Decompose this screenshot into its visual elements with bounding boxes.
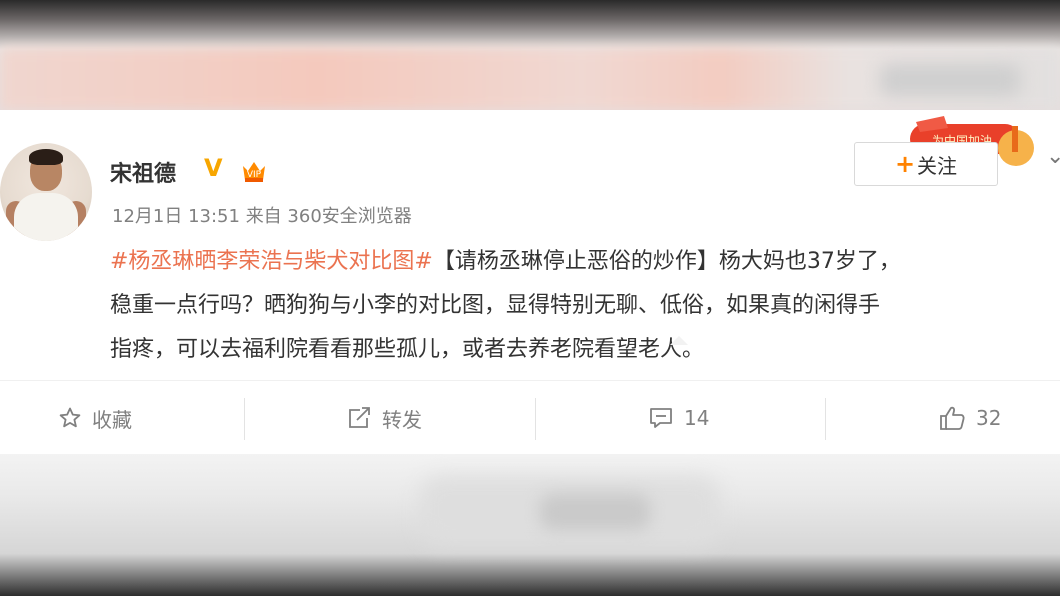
separator — [535, 398, 536, 440]
follow-label: 关注 — [917, 153, 958, 178]
verified-v-icon: V — [204, 154, 223, 182]
weibo-post-card: 宋祖德 V VIP 12月1日 13:51 来自 360安全浏览器 为中国加油 … — [0, 110, 1060, 454]
content-line-1: #杨丞琳晒李荣浩与柴犬对比图#【请杨丞琳停止恶俗的炒作】杨大妈也37岁了， — [110, 240, 1060, 284]
action-bar: 收藏 转发 14 32 — [0, 392, 1060, 444]
background-blur-bottom — [0, 454, 1060, 596]
crown-icon: VIP — [243, 162, 265, 182]
background-blur-top — [0, 0, 1060, 110]
separator — [244, 398, 245, 440]
favorite-label: 收藏 — [92, 407, 132, 432]
divider — [0, 380, 1060, 381]
comment-icon — [650, 408, 672, 428]
thumbs-up-icon — [940, 406, 965, 430]
content-text: 【请杨丞琳停止恶俗的炒作】杨大妈也37岁了， — [432, 249, 901, 274]
follow-button[interactable]: + 关注 — [854, 142, 998, 186]
favorite-button[interactable]: 收藏 — [58, 392, 132, 444]
comment-button[interactable]: 14 — [648, 392, 709, 444]
post-content: #杨丞琳晒李荣浩与柴犬对比图#【请杨丞琳停止恶俗的炒作】杨大妈也37岁了， 稳重… — [110, 240, 1060, 372]
separator — [825, 398, 826, 440]
username[interactable]: 宋祖德 — [110, 156, 176, 188]
share-icon — [349, 407, 370, 428]
repost-label: 转发 — [382, 407, 422, 432]
blurred-element — [540, 494, 650, 530]
chevron-down-icon[interactable]: ⌄ — [1046, 144, 1060, 169]
star-icon — [59, 407, 81, 428]
comment-caret — [670, 336, 688, 345]
post-timestamp[interactable]: 12月1日 13:51 — [112, 206, 240, 227]
like-button[interactable]: 32 — [938, 392, 1001, 444]
avatar[interactable] — [0, 143, 92, 241]
like-count: 32 — [976, 406, 1002, 430]
content-line-3: 指疼，可以去福利院看看那些孤儿，或者去养老院看望老人。 — [110, 337, 705, 362]
plus-icon: + — [894, 150, 916, 178]
svg-text:VIP: VIP — [247, 170, 262, 180]
topic-link[interactable]: #杨丞琳晒李荣浩与柴犬对比图# — [110, 249, 433, 274]
blurred-element — [880, 64, 1020, 96]
repost-button[interactable]: 转发 — [346, 392, 422, 444]
post-meta: 12月1日 13:51 来自 360安全浏览器 — [112, 202, 412, 228]
post-source: 来自 360安全浏览器 — [245, 206, 412, 227]
content-line-2: 稳重一点行吗？晒狗狗与小李的对比图，显得特别无聊、低俗，如果真的闲得手 — [110, 293, 881, 318]
comment-count: 14 — [684, 406, 710, 430]
